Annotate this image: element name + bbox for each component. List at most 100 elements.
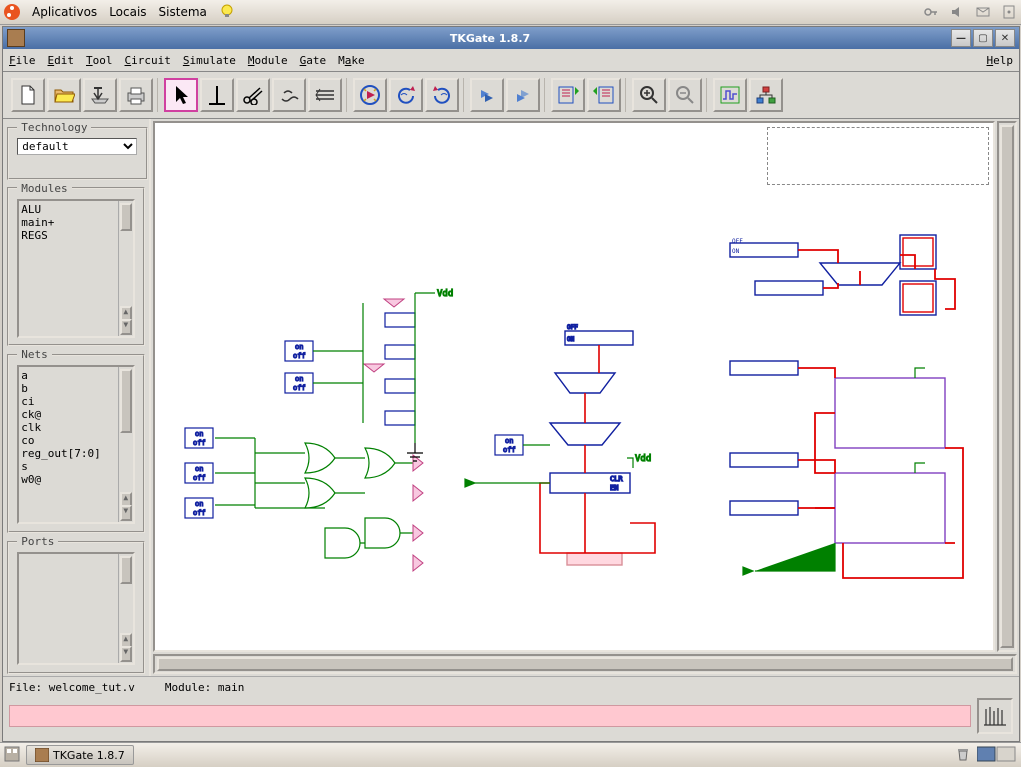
svg-text:on: on bbox=[195, 465, 203, 473]
titlebar: TKGate 1.8.7 — ▢ ✕ bbox=[3, 27, 1019, 49]
status-module: Module: main bbox=[165, 681, 244, 694]
modules-list[interactable]: ALU main+ REGS ▲▼ bbox=[17, 199, 135, 338]
svg-text:EN: EN bbox=[610, 484, 618, 492]
svg-text:on: on bbox=[295, 343, 303, 351]
maximize-button[interactable]: ▢ bbox=[973, 29, 993, 47]
volume-icon[interactable] bbox=[949, 4, 965, 20]
svg-text:OFF: OFF bbox=[732, 238, 743, 245]
module-item[interactable]: ALU bbox=[21, 203, 131, 216]
tech-label: Technology bbox=[17, 121, 91, 134]
workspace-switcher[interactable] bbox=[977, 746, 1017, 765]
hierarchy-button[interactable] bbox=[749, 78, 783, 112]
show-desktop-icon[interactable] bbox=[4, 746, 20, 765]
module-item[interactable]: REGS bbox=[21, 229, 131, 242]
nets-label: Nets bbox=[17, 348, 52, 361]
net-item[interactable]: ci bbox=[21, 395, 131, 408]
svg-text:on: on bbox=[195, 430, 203, 438]
svg-text:on: on bbox=[505, 437, 513, 445]
net-item[interactable]: a bbox=[21, 369, 131, 382]
module-item[interactable]: main+ bbox=[21, 216, 131, 229]
mail-icon[interactable] bbox=[975, 4, 991, 20]
zoom-out-button[interactable] bbox=[668, 78, 702, 112]
logout-icon[interactable] bbox=[1001, 4, 1017, 20]
net-item[interactable]: clk bbox=[21, 421, 131, 434]
svg-text:OFF: OFF bbox=[567, 324, 578, 331]
svg-text:off: off bbox=[193, 474, 206, 482]
bus-tool-button[interactable] bbox=[308, 78, 342, 112]
key-icon[interactable] bbox=[923, 4, 939, 20]
ports-list[interactable]: ▲▼ bbox=[17, 552, 135, 665]
menu-gate[interactable]: Gate bbox=[300, 54, 327, 67]
net-item[interactable]: w0@ bbox=[21, 473, 131, 486]
layer-back-button[interactable] bbox=[470, 78, 504, 112]
scrollbar[interactable]: ▲▼ bbox=[118, 554, 133, 663]
menu-module[interactable]: Module bbox=[248, 54, 288, 67]
svg-text:off: off bbox=[293, 384, 306, 392]
net-item[interactable]: reg_out[7:0] bbox=[21, 447, 131, 460]
scrollbar[interactable]: ▲▼ bbox=[118, 367, 133, 522]
close-button[interactable]: ✕ bbox=[995, 29, 1015, 47]
svg-text:off: off bbox=[193, 509, 206, 517]
block-out-button[interactable] bbox=[587, 78, 621, 112]
technology-select[interactable]: default bbox=[17, 138, 137, 155]
run-button[interactable] bbox=[353, 78, 387, 112]
toolbar bbox=[3, 72, 1019, 119]
svg-text:on: on bbox=[295, 375, 303, 383]
menu-make[interactable]: Make bbox=[338, 54, 365, 67]
block-in-button[interactable] bbox=[551, 78, 585, 112]
new-button[interactable] bbox=[11, 78, 45, 112]
svg-text:off: off bbox=[293, 352, 306, 360]
scrollbar[interactable]: ▲▼ bbox=[118, 201, 133, 336]
svg-text:Vdd: Vdd bbox=[635, 454, 651, 464]
menu-applications[interactable]: Aplicativos bbox=[32, 5, 97, 19]
gnome-taskbar: TKGate 1.8.7 bbox=[0, 742, 1021, 767]
ubuntu-logo-icon bbox=[4, 4, 20, 20]
net-item[interactable]: s bbox=[21, 460, 131, 473]
cutter-tool-button[interactable] bbox=[236, 78, 270, 112]
app-icon bbox=[7, 29, 25, 47]
wire-tool-button[interactable] bbox=[200, 78, 234, 112]
svg-text:Vdd: Vdd bbox=[437, 289, 453, 299]
pointer-tool-button[interactable] bbox=[164, 78, 198, 112]
window-title: TKGate 1.8.7 bbox=[31, 32, 949, 45]
net-item[interactable]: b bbox=[21, 382, 131, 395]
menu-circuit[interactable]: Circuit bbox=[125, 54, 171, 67]
rotate-ccw-button[interactable] bbox=[389, 78, 423, 112]
net-item[interactable]: co bbox=[21, 434, 131, 447]
task-tkgate[interactable]: TKGate 1.8.7 bbox=[26, 745, 134, 765]
trash-icon[interactable] bbox=[955, 746, 971, 765]
open-button[interactable] bbox=[47, 78, 81, 112]
svg-text:on: on bbox=[195, 500, 203, 508]
menu-simulate[interactable]: Simulate bbox=[183, 54, 236, 67]
horizontal-scrollbar[interactable] bbox=[153, 654, 1017, 674]
menu-help[interactable]: Help bbox=[987, 54, 1014, 67]
circuit-canvas[interactable]: onoff onoff onoff onoff onoff onoff bbox=[153, 121, 995, 652]
print-button[interactable] bbox=[119, 78, 153, 112]
waveform-button[interactable] bbox=[713, 78, 747, 112]
nets-list[interactable]: a b ci ck@ clk co reg_out[7:0] s w0@ ▲▼ bbox=[17, 365, 135, 524]
ports-label: Ports bbox=[17, 535, 58, 548]
svg-text:CLR: CLR bbox=[610, 475, 623, 483]
rotate-cw-button[interactable] bbox=[425, 78, 459, 112]
menu-system[interactable]: Sistema bbox=[159, 5, 207, 19]
menu-places[interactable]: Locais bbox=[109, 5, 146, 19]
modules-label: Modules bbox=[17, 182, 71, 195]
lightbulb-icon[interactable] bbox=[219, 3, 235, 22]
swirl-tool-button[interactable] bbox=[272, 78, 306, 112]
vertical-scrollbar[interactable] bbox=[997, 121, 1017, 652]
minimize-button[interactable]: — bbox=[951, 29, 971, 47]
menu-edit[interactable]: Edit bbox=[48, 54, 75, 67]
net-item[interactable]: ck@ bbox=[21, 408, 131, 421]
menu-tool[interactable]: Tool bbox=[86, 54, 113, 67]
svg-text:off: off bbox=[503, 446, 516, 454]
sidebar: Technology default Modules ALU main+ REG… bbox=[3, 119, 151, 676]
statusbar: File: welcome_tut.v Module: main bbox=[3, 676, 1019, 741]
layer-front-button[interactable] bbox=[506, 78, 540, 112]
zoom-in-button[interactable] bbox=[632, 78, 666, 112]
menu-file[interactable]: File bbox=[9, 54, 36, 67]
svg-text:ON: ON bbox=[567, 336, 575, 343]
menubar: File Edit Tool Circuit Simulate Module G… bbox=[3, 49, 1019, 72]
gate-logo-icon bbox=[977, 698, 1013, 734]
progress-bar bbox=[9, 705, 971, 727]
save-button[interactable] bbox=[83, 78, 117, 112]
